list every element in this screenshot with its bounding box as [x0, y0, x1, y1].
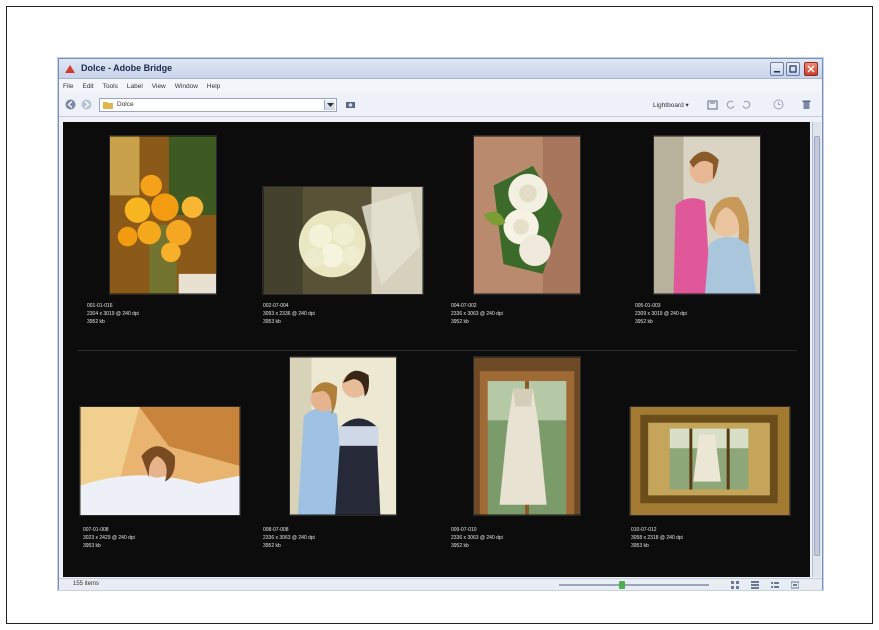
thumbnail-item[interactable]: 007-01-008 3023 x 2429 @ 240 dpi 3953 kb: [75, 354, 245, 574]
photo-thumbnail[interactable]: [629, 406, 791, 516]
rotate-right-icon[interactable]: [741, 99, 752, 110]
thumbnail-caption: 001-01-016 2304 x 3019 @ 240 dpi 3952 kb: [87, 302, 139, 326]
thumbnail-item[interactable]: 009-07-010 2336 x 3063 @ 240 dpi 3952 kb: [447, 354, 607, 574]
row-divider: [77, 350, 797, 351]
path-selector[interactable]: Dolce: [99, 98, 337, 112]
menu-tools[interactable]: Tools: [103, 83, 118, 90]
path-dropdown-button[interactable]: [324, 100, 335, 110]
vertical-scrollbar[interactable]: [812, 122, 821, 577]
thumbnail-caption: 010-07-012 3058 x 2318 @ 240 dpi 3953 kb: [631, 526, 683, 550]
detail-view-icon[interactable]: [751, 581, 759, 589]
photo-thumbnail[interactable]: [289, 356, 397, 516]
open-recent-icon[interactable]: [773, 99, 784, 110]
file-dimensions: 2309 x 3019 @ 240 dpi: [635, 311, 687, 317]
forward-arrow-icon[interactable]: [81, 99, 92, 110]
close-icon: [807, 65, 815, 73]
close-button[interactable]: [804, 62, 818, 76]
minimize-icon: [774, 71, 780, 73]
thumbnail-item[interactable]: 001-01-016 2304 x 3019 @ 240 dpi 3952 kb: [83, 130, 243, 350]
thumbnail-caption: 005-01-003 2309 x 3019 @ 240 dpi 3952 kb: [635, 302, 687, 326]
grid-view-icon[interactable]: [731, 581, 739, 589]
menu-view[interactable]: View: [152, 83, 166, 90]
file-dimensions: 2336 x 3063 @ 240 dpi: [451, 535, 503, 541]
file-name: 002-07-004: [263, 303, 289, 309]
file-dimensions: 3023 x 2429 @ 240 dpi: [83, 535, 135, 541]
file-name: 008-07-008: [263, 527, 289, 533]
title-bar[interactable]: Dolce - Adobe Bridge: [59, 59, 822, 79]
photo-thumbnail[interactable]: [473, 356, 581, 516]
thumbnail-caption: 007-01-008 3023 x 2429 @ 240 dpi 3953 kb: [83, 526, 135, 550]
path-text: Dolce: [117, 101, 134, 108]
file-size: 3953 kb: [83, 543, 101, 549]
slider-handle[interactable]: [619, 581, 625, 589]
menu-edit[interactable]: Edit: [82, 83, 93, 90]
file-size: 3952 kb: [451, 319, 469, 325]
file-name: 009-07-010: [451, 527, 477, 533]
menu-file[interactable]: File: [63, 83, 73, 90]
thumbnail-caption: 002-07-004 3093 x 2336 @ 240 dpi 3953 kb: [263, 302, 315, 326]
maximize-button[interactable]: [786, 62, 800, 76]
workspace-selector[interactable]: Lightboard ▾: [653, 101, 689, 109]
thumbnail-item[interactable]: 008-07-008 2336 x 3063 @ 240 dpi 3952 kb: [259, 354, 419, 574]
file-size: 3953 kb: [263, 319, 281, 325]
file-dimensions: 2336 x 3063 @ 240 dpi: [451, 311, 503, 317]
thumbnail-caption: 009-07-010 2336 x 3063 @ 240 dpi 3952 kb: [451, 526, 503, 550]
file-name: 004-07-002: [451, 303, 477, 309]
toolbar: Dolce Lightboard ▾: [59, 93, 822, 117]
thumbnail-item[interactable]: 005-01-003 2309 x 3019 @ 240 dpi 3952 kb: [623, 130, 783, 350]
window-title: Dolce - Adobe Bridge: [81, 63, 173, 73]
bridge-logo-icon: [65, 65, 75, 73]
status-bar: 155 items: [59, 578, 822, 590]
file-name: 007-01-008: [83, 527, 109, 533]
thumbnail-item[interactable]: 010-07-012 3058 x 2318 @ 240 dpi 3953 kb: [623, 354, 793, 574]
new-folder-icon[interactable]: [707, 99, 718, 110]
file-name: 005-01-003: [635, 303, 661, 309]
thumbnail-item[interactable]: 002-07-004 3093 x 2336 @ 240 dpi 3953 kb: [259, 130, 429, 350]
file-dimensions: 2336 x 3063 @ 240 dpi: [263, 535, 315, 541]
camera-icon[interactable]: [345, 99, 356, 110]
file-dimensions: 3058 x 2318 @ 240 dpi: [631, 535, 683, 541]
trash-icon[interactable]: [801, 99, 812, 110]
file-dimensions: 3093 x 2336 @ 240 dpi: [263, 311, 315, 317]
menu-help[interactable]: Help: [207, 83, 220, 90]
bridge-window: Dolce - Adobe Bridge File Edit Tools Lab…: [58, 58, 823, 590]
thumbnail-caption: 004-07-002 2336 x 3063 @ 240 dpi 3952 kb: [451, 302, 503, 326]
photo-thumbnail[interactable]: [473, 135, 581, 295]
file-size: 3952 kb: [635, 319, 653, 325]
thumbnail-item[interactable]: 004-07-002 2336 x 3063 @ 240 dpi 3952 kb: [447, 130, 607, 350]
folder-icon: [103, 102, 113, 109]
thumbnail-caption: 008-07-008 2336 x 3063 @ 240 dpi 3952 kb: [263, 526, 315, 550]
file-size: 3952 kb: [87, 319, 105, 325]
back-arrow-icon[interactable]: [65, 99, 76, 110]
photo-thumbnail[interactable]: [262, 186, 424, 295]
menu-window[interactable]: Window: [175, 83, 198, 90]
file-dimensions: 2304 x 3019 @ 240 dpi: [87, 311, 139, 317]
photo-thumbnail[interactable]: [653, 135, 761, 295]
chevron-down-icon: [327, 103, 334, 107]
file-size: 3952 kb: [263, 543, 281, 549]
file-name: 001-01-016: [87, 303, 113, 309]
file-size: 3952 kb: [451, 543, 469, 549]
item-count: 155 items: [73, 581, 100, 587]
minimize-button[interactable]: [770, 62, 784, 76]
menu-label[interactable]: Label: [127, 83, 143, 90]
filmstrip-view-icon[interactable]: [791, 581, 799, 589]
thumbnail-size-slider[interactable]: [559, 581, 709, 589]
rotate-left-icon[interactable]: [725, 99, 736, 110]
file-size: 3953 kb: [631, 543, 649, 549]
scrollbar-thumb[interactable]: [814, 136, 820, 556]
menu-bar: File Edit Tools Label View Window Help: [59, 79, 822, 93]
list-view-icon[interactable]: [771, 581, 779, 589]
maximize-icon: [789, 65, 797, 73]
photo-thumbnail[interactable]: [79, 406, 241, 516]
file-name: 010-07-012: [631, 527, 657, 533]
photo-thumbnail[interactable]: [109, 135, 217, 295]
content-panel: 001-01-016 2304 x 3019 @ 240 dpi 3952 kb…: [63, 122, 810, 577]
